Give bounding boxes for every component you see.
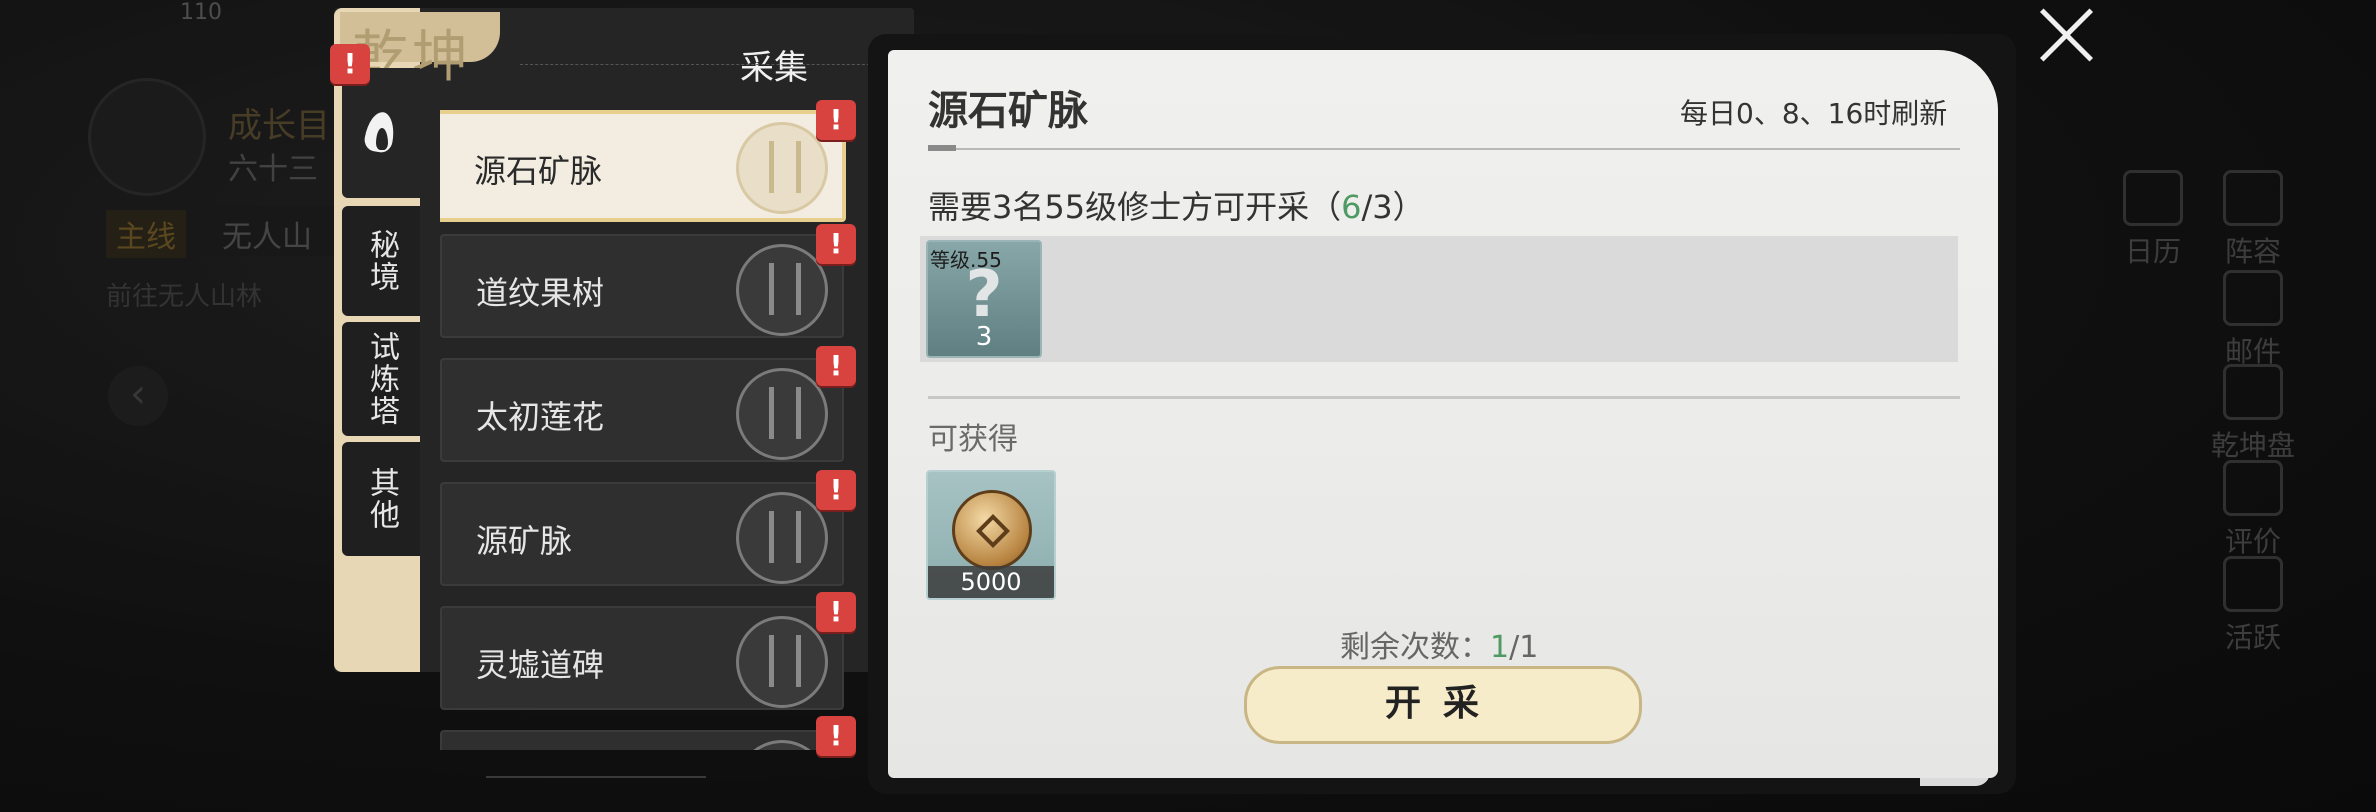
- tab-secret-realm[interactable]: 秘境: [342, 206, 420, 316]
- requirement-text: 需要3名55级修士方可开采（6/3）: [928, 188, 1425, 226]
- list-item[interactable]: 源石矿脉: [440, 110, 846, 222]
- obtain-label: 可获得: [928, 422, 1018, 457]
- list-item[interactable]: 源矿脉: [440, 482, 844, 586]
- divider: [520, 64, 880, 65]
- list-item[interactable]: 灵墟道碑: [440, 606, 844, 710]
- alert-badge-icon: !: [330, 44, 370, 84]
- divider: [928, 148, 1960, 150]
- scroll-indicator: [486, 776, 706, 778]
- list-item[interactable]: 太初莲花: [440, 358, 844, 462]
- emblem-icon: [736, 616, 828, 708]
- collection-list: 源石矿脉 道纹果树 太初莲花 源矿脉 灵墟道碑: [440, 110, 850, 750]
- cultivator-slot[interactable]: 等级.55 ? 3: [926, 240, 1042, 358]
- emblem-icon: [736, 740, 828, 750]
- emblem-icon: [736, 122, 828, 214]
- list-item[interactable]: 道纹果树: [440, 234, 844, 338]
- divider-mark: [928, 145, 956, 151]
- alert-badge-icon: !: [816, 716, 856, 756]
- reward-item[interactable]: 5000: [926, 470, 1056, 600]
- reward-value: 5000: [928, 566, 1054, 598]
- emblem-icon: [736, 368, 828, 460]
- flame-icon: [356, 108, 406, 158]
- alert-badge-icon: !: [816, 592, 856, 632]
- question-mark-icon: ?: [965, 258, 1003, 332]
- detail-title: 源石矿脉: [928, 88, 1088, 134]
- slot-count: 3: [975, 322, 993, 352]
- alert-badge-icon: !: [816, 100, 856, 140]
- emblem-icon: [736, 492, 828, 584]
- tab-trial-tower[interactable]: 试炼塔: [342, 322, 420, 436]
- requirement-current: 6: [1341, 188, 1362, 226]
- alert-badge-icon: !: [816, 470, 856, 510]
- close-icon[interactable]: [2036, 4, 2098, 66]
- start-collect-button[interactable]: 开采: [1244, 666, 1642, 744]
- alert-badge-icon: !: [816, 224, 856, 264]
- list-item[interactable]: [440, 730, 844, 750]
- tab-collection[interactable]: [342, 68, 420, 198]
- tab-other[interactable]: 其他: [342, 442, 420, 556]
- emblem-icon: [736, 244, 828, 336]
- cultivator-slot-row: [920, 236, 1958, 362]
- alert-badge-icon: !: [816, 346, 856, 386]
- coin-icon: [952, 490, 1032, 570]
- divider: [928, 396, 1960, 399]
- refresh-schedule: 每日0、8、16时刷新: [1680, 97, 1948, 130]
- remaining-count: 剩余次数：1/1: [1340, 630, 1539, 665]
